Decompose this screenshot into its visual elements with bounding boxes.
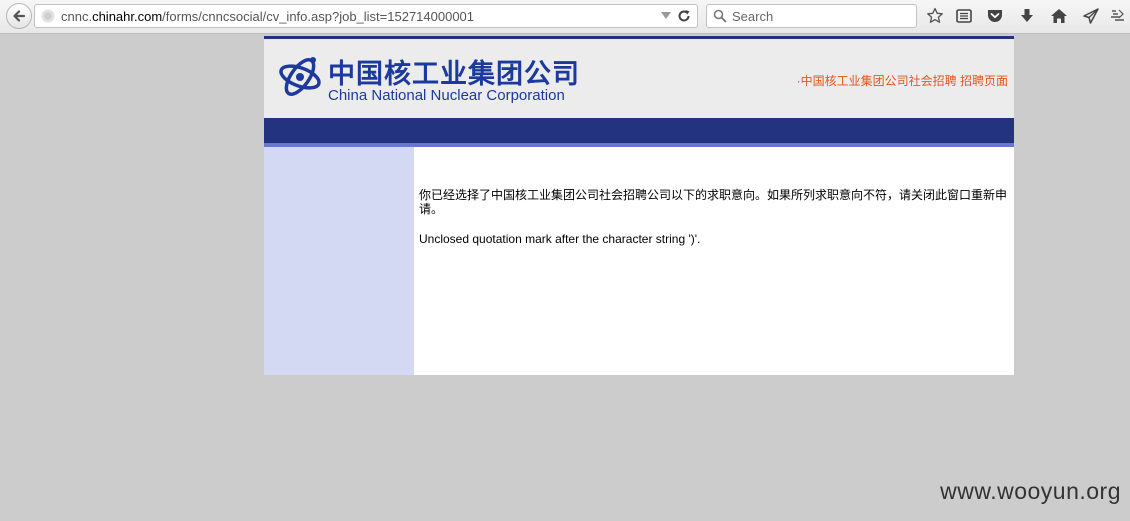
extension-icon[interactable]: [1110, 7, 1126, 25]
watermark: www.wooyun.org: [940, 478, 1121, 504]
bookmark-star-icon[interactable]: [926, 7, 944, 25]
browser-toolbar: cnnc.chinahr.com/forms/cnncsocial/cv_inf…: [0, 0, 1130, 34]
search-bar[interactable]: Search: [706, 4, 917, 28]
dropdown-arrow-icon[interactable]: [661, 12, 671, 20]
sql-error-message: Unclosed quotation mark after the charac…: [419, 232, 701, 246]
page-container: 中国核工业集团公司 China National Nuclear Corpora…: [264, 36, 1014, 375]
back-icon: [13, 10, 26, 22]
page-header: 中国核工业集团公司 China National Nuclear Corpora…: [264, 39, 1014, 118]
reload-icon[interactable]: [677, 9, 691, 23]
url-text[interactable]: cnnc.chinahr.com/forms/cnncsocial/cv_inf…: [61, 9, 474, 24]
site-icon: [41, 9, 55, 23]
atom-logo-icon: [279, 57, 321, 96]
recruitment-page-link[interactable]: ·中国核工业集团公司社会招聘 招聘页面: [797, 72, 1008, 89]
send-icon[interactable]: [1082, 7, 1100, 25]
logo-text-en: China National Nuclear Corporation: [328, 87, 565, 104]
selection-message: 你已经选择了中国核工业集团公司社会招聘公司以下的求职意向。如果所列求职意向不符，…: [419, 188, 1008, 216]
url-domain: chinahr.com: [92, 9, 163, 24]
download-icon[interactable]: [1018, 7, 1036, 25]
pocket-icon[interactable]: [986, 7, 1004, 25]
url-bar[interactable]: cnnc.chinahr.com/forms/cnncsocial/cv_inf…: [34, 4, 698, 28]
back-button[interactable]: [6, 3, 32, 29]
home-icon[interactable]: [1050, 7, 1068, 25]
sidebar: [264, 147, 414, 375]
logo-text-cn: 中国核工业集团公司: [328, 59, 580, 90]
reading-list-icon[interactable]: [955, 7, 973, 25]
search-placeholder: Search: [732, 9, 774, 24]
nav-band: [264, 118, 1014, 143]
search-icon: [713, 9, 727, 23]
